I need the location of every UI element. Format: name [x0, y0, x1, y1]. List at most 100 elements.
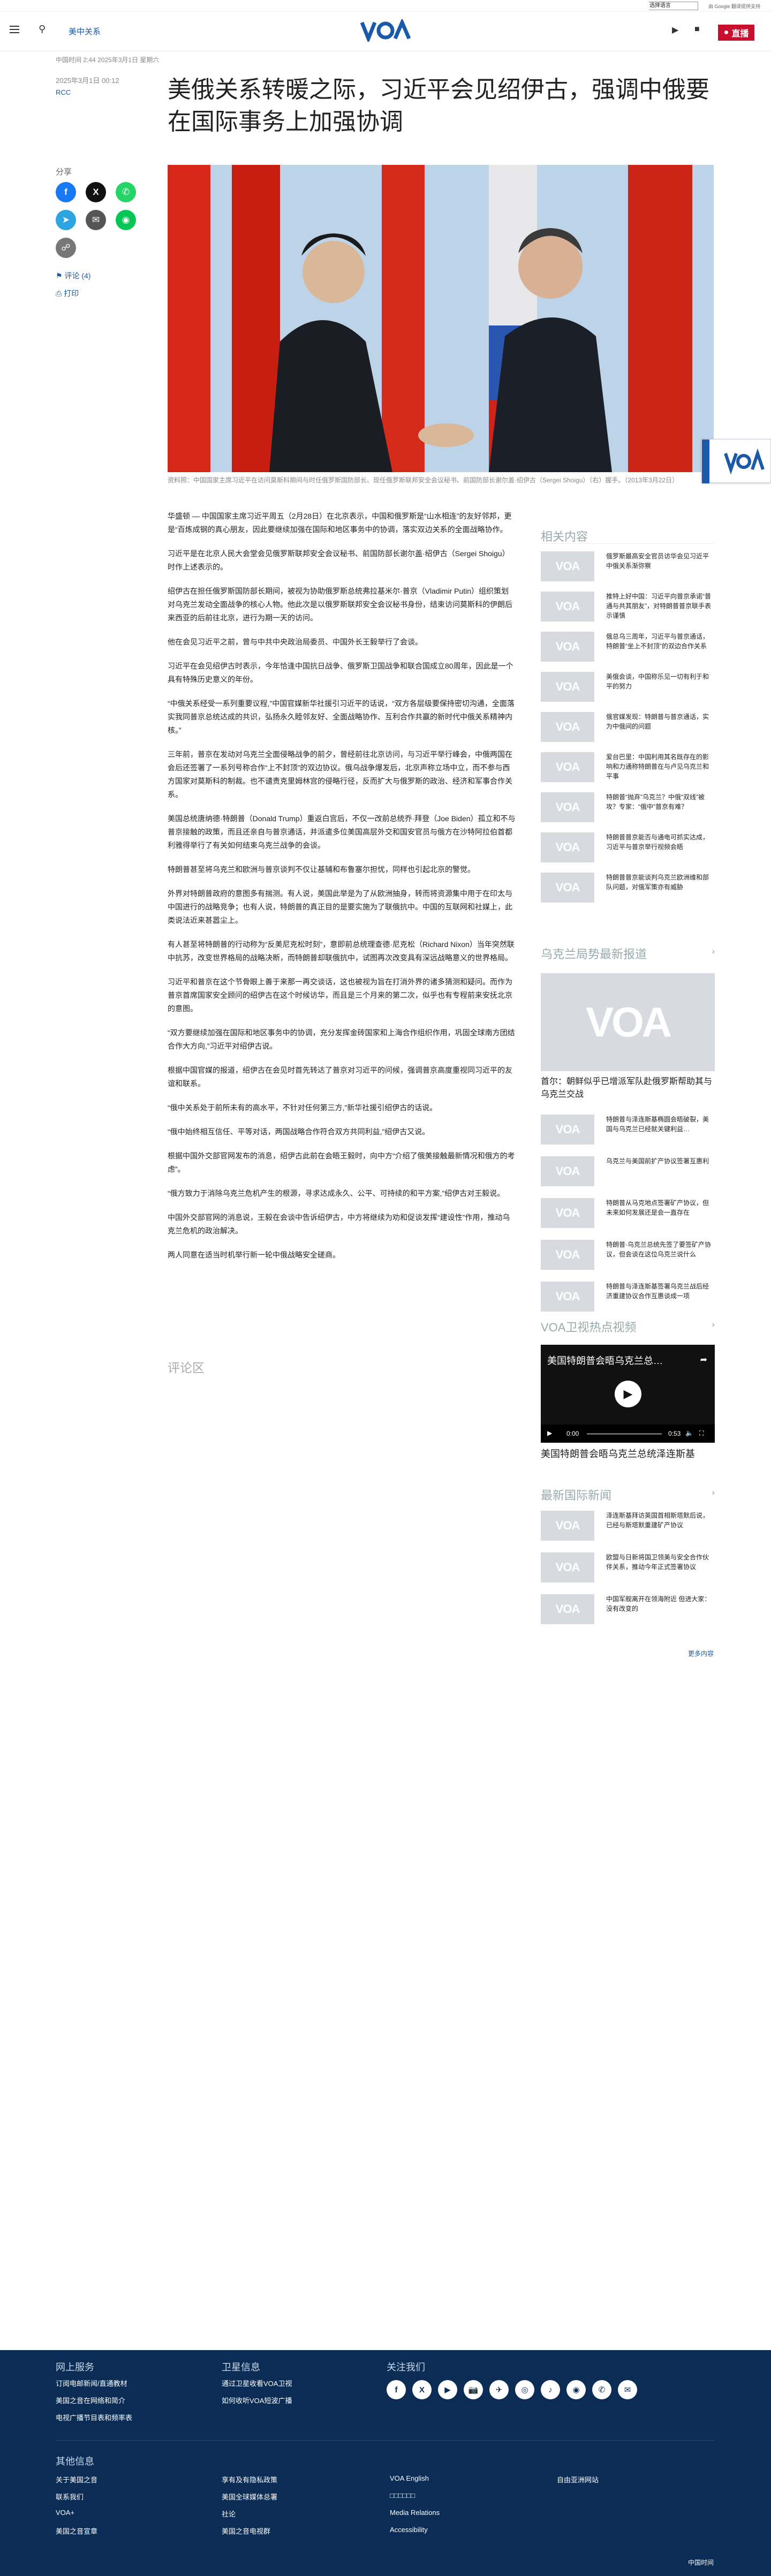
youtube-icon[interactable]: ▶: [438, 2380, 457, 2399]
copy-link-icon[interactable]: ☍: [56, 238, 76, 258]
related-item[interactable]: VOA 俄总乌三周年，习近平与普京通话，特朗普“坐上不封顶”的双边合作关系: [541, 632, 715, 669]
whatsapp-icon[interactable]: ✆: [116, 182, 136, 202]
play-icon[interactable]: ▶: [615, 1381, 641, 1407]
article-paragraph: 绍伊古在担任俄罗斯国防部长期间，被视为协助俄罗斯总统弗拉基米尔·普京（Vladi…: [168, 587, 512, 622]
footer-link[interactable]: 自由亚洲网站: [557, 2474, 599, 2484]
voa-logo[interactable]: [360, 19, 411, 42]
whatsapp-icon[interactable]: ✆: [592, 2380, 611, 2399]
footer-link[interactable]: 享有及有隐私政策: [222, 2474, 277, 2484]
video-player[interactable]: 美国特朗普会晤乌克兰总… ➦ ▶ ▶ 0:00 0:53 🔈 ⛶: [541, 1345, 715, 1443]
related-item[interactable]: VOA 推特上好中国：习近平向普京承诺“普通与共其朋友”，对特朗普普京联手表示谨慎: [541, 592, 715, 629]
comments-link[interactable]: ⚑ 评论 (4): [56, 270, 90, 281]
tiktok-icon[interactable]: ♪: [541, 2380, 560, 2399]
rss-icon[interactable]: ◉: [566, 2380, 586, 2399]
divider: [541, 543, 715, 544]
audio-icon[interactable]: ▶: [672, 25, 678, 35]
play-small-icon[interactable]: ▶: [547, 1429, 552, 1437]
print-link[interactable]: ⎙ 打印: [56, 288, 79, 299]
footer-link[interactable]: 联系我们: [56, 2491, 84, 2502]
intl-news-heading[interactable]: 最新国际新闻 ›: [541, 1486, 715, 1503]
ukraine-feature-title[interactable]: 首尔：朝鲜似乎已增派军队赴俄罗斯帮助其与乌克兰交战: [541, 1075, 715, 1101]
footer-link[interactable]: Media Relations: [390, 2509, 440, 2517]
google-translate-label[interactable]: 由 Google 翻译提供支持: [708, 3, 760, 10]
threads-icon[interactable]: ◎: [515, 2380, 534, 2399]
footer-link[interactable]: 如何收听VOA短波广播: [222, 2395, 292, 2405]
footer-link[interactable]: Accessibility: [390, 2526, 428, 2534]
footer-link[interactable]: 美国全球媒体总署: [222, 2491, 277, 2502]
footer-link[interactable]: 电视广播节目表和频率表: [56, 2412, 132, 2422]
x-twitter-icon[interactable]: X: [412, 2380, 432, 2399]
video-heading[interactable]: VOA卫视热点视频 ›: [541, 1318, 715, 1335]
ukraine-item[interactable]: VOA 特朗普从马克地点签署矿产协议，但未来如何发展还是会一直存在: [541, 1198, 715, 1236]
footer-link[interactable]: VOA+: [56, 2509, 74, 2517]
thumbnail: VOA: [541, 873, 594, 903]
search-icon[interactable]: ⚲: [39, 24, 46, 35]
video-progress-bar[interactable]: [587, 1433, 662, 1435]
live-dot-icon: ●: [723, 28, 729, 37]
more-news-link[interactable]: 更多内容: [688, 1649, 714, 1658]
footer-link[interactable]: 美国之音在网络和简介: [56, 2395, 125, 2405]
email-icon[interactable]: ✉: [86, 210, 106, 230]
live-label: 直播: [731, 29, 749, 39]
article-paragraph: 根据中国官媒的报道，绍伊古在会见时首先转达了普京对习近平的问候，强调普京高度重视…: [168, 1066, 512, 1088]
ukraine-feature-image[interactable]: VOA: [541, 973, 715, 1071]
language-select[interactable]: 选择语言: [647, 2, 698, 10]
x-twitter-icon[interactable]: X: [86, 182, 106, 202]
footer-link[interactable]: 社论: [222, 2509, 236, 2519]
intl-item[interactable]: VOA 中国军舰离开在领海附近 但进大家：没有改变的: [541, 1594, 715, 1632]
telegram-icon[interactable]: ✈: [489, 2380, 509, 2399]
line-icon[interactable]: ◉: [116, 210, 136, 230]
floating-audio-widget[interactable]: [701, 439, 771, 483]
video-icon[interactable]: ■: [694, 25, 700, 34]
live-button[interactable]: ● 直播: [718, 25, 754, 41]
article-paragraph: 美国总统唐纳德·特朗普（Donald Trump）重返白宫后，不仅一改前总统乔·…: [168, 814, 516, 850]
thumbnail: VOA: [541, 1198, 594, 1228]
article-title: 美俄关系转暖之际，习近平会见绍伊古，强调中俄要在国际事务上加强协调: [168, 77, 709, 135]
ukraine-item[interactable]: VOA 特朗普·乌克兰总统先签了要签矿产协议，但会谈在这位乌克兰说什么: [541, 1240, 715, 1277]
intl-item[interactable]: VOA 泽连斯基拜访英国首相斯塔默后说，已经与斯塔默重建矿产协议: [541, 1511, 715, 1548]
footer-link[interactable]: 关于美国之音: [56, 2474, 97, 2484]
menu-icon[interactable]: [10, 26, 19, 33]
related-item[interactable]: VOA 美俄会谈，中国称乐见一切有利于和平的努力: [541, 672, 715, 709]
section-link[interactable]: 美中关系: [69, 26, 101, 37]
article-paragraph: “俄方致力于消除乌克兰危机产生的根源，寻求达成永久、公平、可持续的和平方案,”绍…: [168, 1189, 505, 1198]
instagram-icon[interactable]: 📷: [464, 2380, 483, 2399]
related-item[interactable]: VOA 特朗普“抛弃”乌克兰？中俄“双线”被攻？专家：“俄中”普京有难？: [541, 792, 715, 830]
telegram-icon[interactable]: ➤: [56, 210, 76, 230]
video-caption[interactable]: 美国特朗普会晤乌克兰总统泽连斯基: [541, 1446, 715, 1460]
ukraine-item[interactable]: VOA 特朗普与泽连斯基签署乌克兰战后经济重建协议合作互惠谈成一项: [541, 1282, 715, 1319]
footer-link[interactable]: VOA English: [390, 2474, 429, 2482]
volume-icon[interactable]: 🔈: [685, 1429, 693, 1437]
publish-date: 2025年3月1日 00:12: [56, 77, 119, 85]
related-item[interactable]: VOA 爱台巴里：中国利用其名既存在的影响和力通称特朗普在与卢见乌克兰和平事: [541, 752, 715, 790]
footer-link[interactable]: 通过卫星收看VOA卫视: [222, 2378, 292, 2388]
article-paragraph: 习近平和普京在这个节骨眼上善于来那一再交谈话，这也被视为旨在打消外界的诸多猜测和…: [168, 978, 512, 1013]
hero-photo: [168, 165, 714, 472]
footer-link[interactable]: □□□□□□: [390, 2491, 415, 2499]
related-item-title: 特朗普普京能否与通电可抓实达成，习近平与普京举行视频会晤: [606, 834, 709, 851]
facebook-icon[interactable]: f: [387, 2380, 406, 2399]
category-link[interactable]: RCC: [56, 88, 71, 96]
ukraine-item[interactable]: VOA 乌克兰与美国前扩产协议签署互惠利: [541, 1156, 715, 1194]
intl-item[interactable]: VOA 欧盟与日新将国卫领美与安全合作伙伴关系，推动今年正式签署协议: [541, 1552, 715, 1590]
footer-link[interactable]: 美国之音宣章: [56, 2526, 97, 2536]
related-item[interactable]: VOA 特朗普普京能否与通电可抓实达成，习近平与普京举行视频会晤: [541, 832, 715, 870]
email-icon[interactable]: ✉: [618, 2380, 637, 2399]
fullscreen-icon[interactable]: ⛶: [699, 1429, 704, 1437]
facebook-icon[interactable]: f: [56, 182, 76, 202]
footer-link[interactable]: 美国之音电视群: [222, 2526, 270, 2536]
ukraine-heading[interactable]: 乌克兰局势最新报道 ›: [541, 945, 715, 962]
thumbnail: VOA: [541, 832, 594, 862]
related-item[interactable]: VOA 特朗普普京能谈判乌克兰欧洲维和部队问题，对俄军策亦有威胁: [541, 873, 715, 910]
article-paragraph: “中俄关系经受一系列重要议程,”中国官媒新华社援引习近平的话说，“双方各层级要保…: [168, 699, 515, 734]
ukraine-item-title: 特朗普与泽连斯基椭圆会晤破裂，美国与乌克兰已经就关键利益…: [606, 1116, 709, 1133]
footer-link[interactable]: 订阅电邮新闻/直通教材: [56, 2378, 127, 2388]
related-item[interactable]: VOA 俄罗斯最高安全官员访华会见习近平 中俄关系渐弥察: [541, 551, 715, 589]
article-paragraph: 华盛顿 — 中国国家主席习近平周五（2月28日）在北京表示，中国和俄罗斯是“山水…: [168, 512, 512, 534]
thumbnail: VOA: [541, 1594, 594, 1624]
share-icon[interactable]: ➦: [700, 1354, 707, 1365]
related-item[interactable]: VOA 俄官媒发现：特朗普与普京通话，实为中俄间的问题: [541, 712, 715, 749]
meta-line: 中国时间 2:44 2025年3月1日 星期六: [56, 56, 160, 64]
ukraine-item[interactable]: VOA 特朗普与泽连斯基椭圆会晤破裂，美国与乌克兰已经就关键利益…: [541, 1115, 715, 1152]
related-item-title: 特朗普“抛弃”乌克兰？中俄“双线”被攻？专家：“俄中”普京有难？: [606, 793, 705, 810]
